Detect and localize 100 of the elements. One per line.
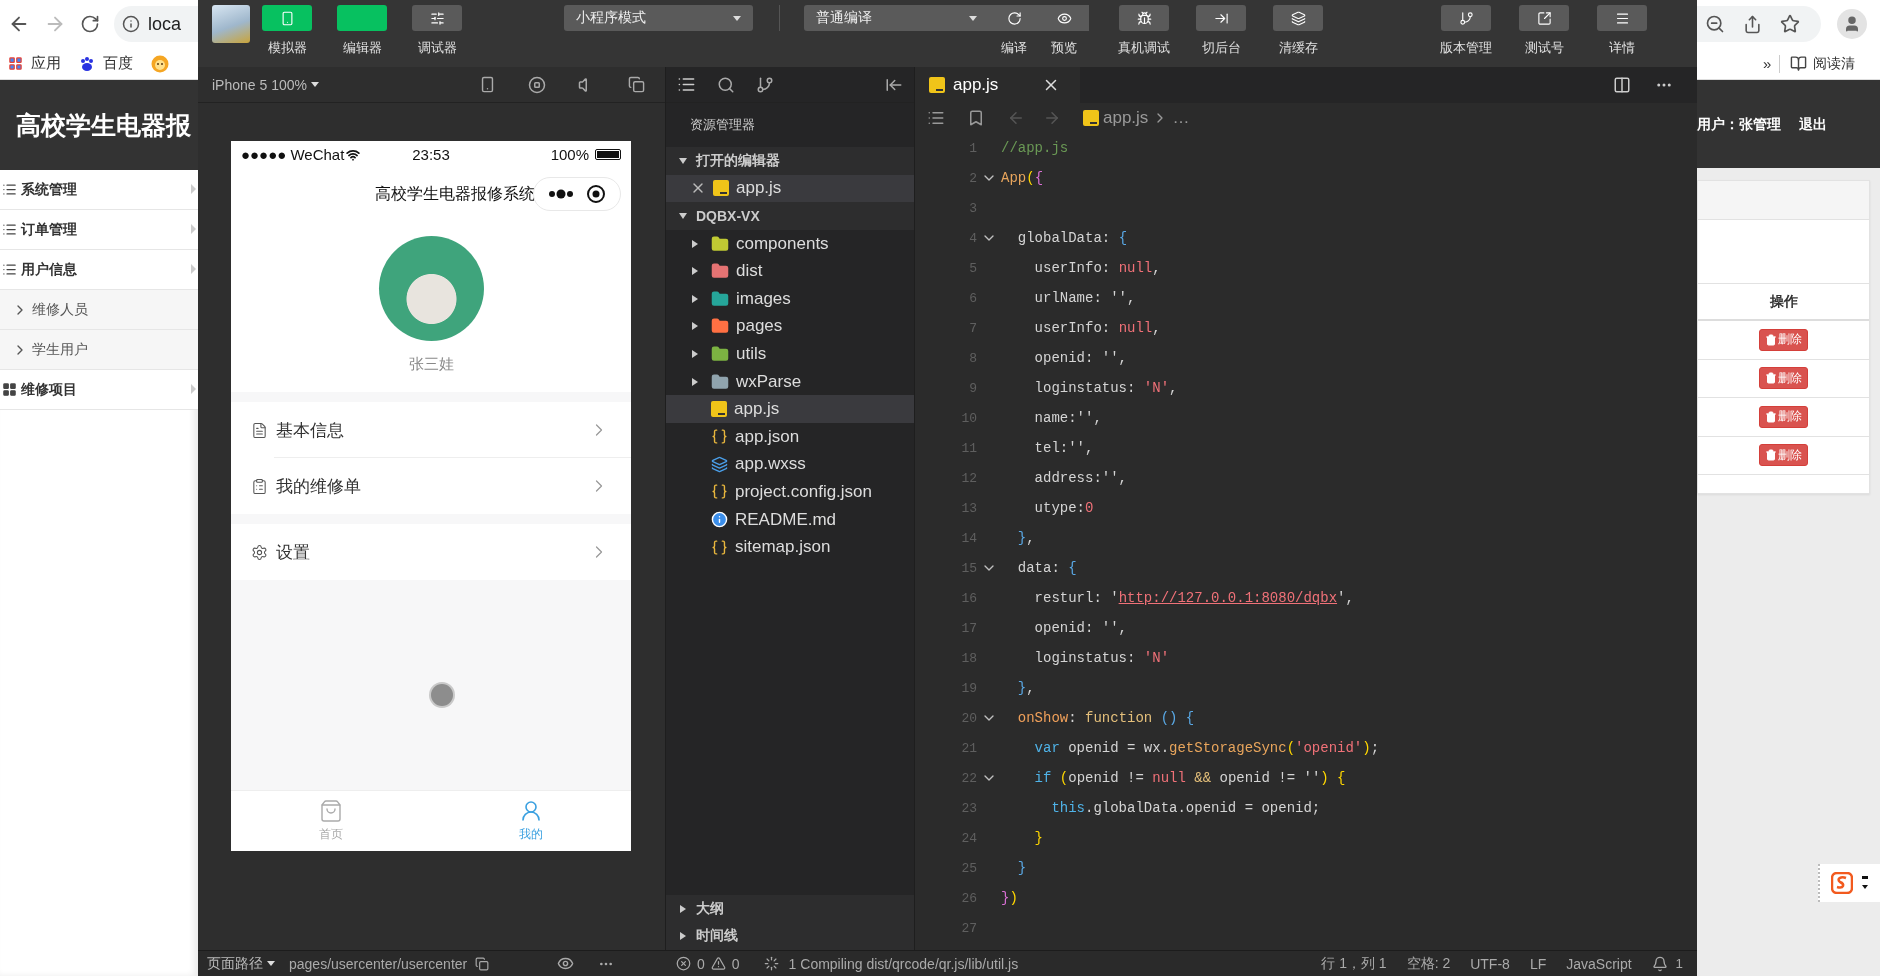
code-line: globalData: { bbox=[1016, 230, 1128, 246]
reading-list-link[interactable]: 阅读清 bbox=[1779, 54, 1856, 73]
js-file-icon bbox=[711, 401, 727, 418]
status-item[interactable]: LF bbox=[1529, 955, 1547, 972]
branch-icon[interactable] bbox=[756, 75, 774, 94]
view-toggle-button[interactable] bbox=[412, 5, 462, 31]
stop-icon[interactable] bbox=[527, 75, 546, 94]
list-icon[interactable] bbox=[677, 75, 696, 94]
bookmark-link[interactable]: 百度 bbox=[79, 54, 133, 73]
bookmark-link[interactable] bbox=[151, 54, 169, 73]
file-tree-item[interactable]: pages bbox=[666, 312, 914, 341]
file-tree-item[interactable]: README.md bbox=[666, 505, 914, 534]
menu-icon bbox=[1614, 10, 1630, 26]
address-field[interactable]: loca bbox=[114, 6, 198, 42]
delete-button[interactable]: 删除 bbox=[1759, 444, 1808, 467]
toolbar-button[interactable] bbox=[1597, 5, 1647, 31]
more-bookmarks-button[interactable]: » bbox=[1763, 55, 1772, 72]
capsule-button[interactable] bbox=[533, 177, 621, 211]
mode-dropdown[interactable]: 小程序模式 bbox=[564, 5, 753, 31]
delete-button[interactable]: 删除 bbox=[1759, 328, 1808, 351]
app-photo-placeholder bbox=[212, 5, 250, 43]
bookmark-icon[interactable] bbox=[967, 109, 985, 127]
sidebar-item[interactable]: 维修项目 bbox=[0, 370, 198, 410]
info-icon bbox=[122, 15, 140, 33]
column-header: 操作 bbox=[1698, 284, 1869, 321]
breadcrumb-item[interactable]: app.js bbox=[1103, 108, 1149, 128]
menu-item[interactable]: 我的维修单 bbox=[231, 458, 631, 514]
menu-item[interactable]: 基本信息 bbox=[231, 402, 631, 458]
section-header[interactable]: DQBX-VX bbox=[666, 202, 914, 230]
sidebar-item[interactable]: 维修人员 bbox=[0, 290, 198, 330]
search-icon[interactable] bbox=[717, 75, 735, 94]
bag-icon bbox=[319, 799, 343, 823]
error-icon bbox=[676, 956, 691, 971]
status-item[interactable]: UTF-8 bbox=[1470, 955, 1510, 972]
breadcrumb-item[interactable]: … bbox=[1172, 108, 1190, 128]
editor-tab[interactable]: app.js bbox=[915, 67, 1080, 103]
status-item[interactable]: 空格: 2 bbox=[1406, 954, 1451, 973]
status-item[interactable]: 行 1，列 1 bbox=[1321, 954, 1387, 973]
toolbar-label: 编辑器 bbox=[342, 39, 382, 57]
code-line: resturl: 'http://127.0.0.1:8080/dqbx', bbox=[1033, 590, 1354, 606]
status-item[interactable]: JavaScript bbox=[1566, 955, 1632, 972]
file-tree-item[interactable]: wxParse bbox=[666, 367, 914, 396]
compile-dropdown[interactable]: 普通编译 bbox=[804, 5, 989, 31]
notifications-button[interactable]: 1 bbox=[1651, 955, 1683, 972]
delete-button[interactable]: 删除 bbox=[1759, 367, 1808, 390]
css-file-icon bbox=[711, 455, 728, 473]
ime-logo-icon bbox=[1831, 872, 1853, 894]
toolbar-button[interactable] bbox=[1519, 5, 1569, 31]
toolbar-button[interactable] bbox=[1196, 5, 1246, 31]
spinner-icon bbox=[763, 956, 779, 971]
toolbar-button[interactable] bbox=[1273, 5, 1323, 31]
site-title: 高校学生电器报 bbox=[16, 109, 191, 141]
open-file-item[interactable]: app.js bbox=[666, 174, 914, 203]
zoom-out-icon[interactable] bbox=[1705, 14, 1725, 34]
list-icon bbox=[2, 182, 17, 197]
sidebar-item[interactable]: 订单管理 bbox=[0, 210, 198, 250]
sidebar-item[interactable]: 学生用户 bbox=[0, 330, 198, 370]
toolbar-label: 测试号 bbox=[1524, 39, 1564, 57]
code-line: } bbox=[1033, 830, 1043, 846]
bookmark-link[interactable]: 应用 bbox=[8, 54, 61, 73]
eye-icon[interactable] bbox=[557, 955, 575, 972]
caret-icon bbox=[733, 15, 741, 21]
sidebar-item[interactable]: 系统管理 bbox=[0, 170, 198, 210]
user-icon bbox=[519, 799, 543, 823]
file-tree-item[interactable]: app.js bbox=[666, 395, 914, 423]
list-icon[interactable] bbox=[927, 109, 945, 127]
file-tree-item[interactable]: utils bbox=[666, 340, 914, 368]
file-tree-item[interactable]: project.config.json bbox=[666, 478, 914, 506]
menu-item[interactable]: 设置 bbox=[231, 524, 631, 580]
share-icon[interactable] bbox=[1743, 14, 1762, 34]
branch-icon bbox=[1458, 10, 1474, 26]
file-tree-item[interactable]: app.json bbox=[666, 422, 914, 451]
sidebar-item[interactable]: 用户信息 bbox=[0, 250, 198, 290]
logout-link[interactable]: 退出 bbox=[1799, 116, 1827, 134]
delete-button[interactable]: 删除 bbox=[1759, 405, 1808, 428]
file-tree-item[interactable]: dist bbox=[666, 257, 914, 285]
trash-icon bbox=[1765, 333, 1777, 346]
file-tree-item[interactable]: components bbox=[666, 229, 914, 258]
toolbar-button[interactable] bbox=[1039, 5, 1089, 31]
file-tree-item[interactable]: images bbox=[666, 284, 914, 313]
toolbar-button[interactable] bbox=[1119, 5, 1169, 31]
view-toggle-button[interactable] bbox=[337, 5, 387, 31]
file-tree-item[interactable]: app.wxss bbox=[666, 450, 914, 479]
section-header[interactable]: 打开的编辑器 bbox=[666, 147, 914, 175]
device-dropdown[interactable]: iPhone 5 100% bbox=[212, 76, 319, 93]
status-message: 1 Compiling dist/qrcode/qr.js/lib/util.js bbox=[788, 955, 1019, 972]
copy-icon[interactable] bbox=[475, 956, 490, 971]
page-path-dropdown[interactable]: 页面路径 bbox=[207, 954, 275, 973]
profile-button[interactable] bbox=[1837, 9, 1867, 39]
star-icon[interactable] bbox=[1780, 14, 1800, 34]
windows-icon[interactable] bbox=[627, 76, 645, 93]
settings-icon bbox=[251, 543, 268, 561]
section-header[interactable]: 大纲 bbox=[666, 894, 914, 923]
eye-icon bbox=[1056, 10, 1072, 26]
view-toggle-button[interactable] bbox=[262, 5, 312, 31]
reload-button[interactable] bbox=[80, 14, 100, 34]
toolbar-label: 版本管理 bbox=[1440, 39, 1492, 57]
section-header[interactable]: 时间线 bbox=[666, 922, 914, 950]
toolbar-button[interactable] bbox=[1441, 5, 1491, 31]
file-tree-item[interactable]: sitemap.json bbox=[666, 533, 914, 561]
